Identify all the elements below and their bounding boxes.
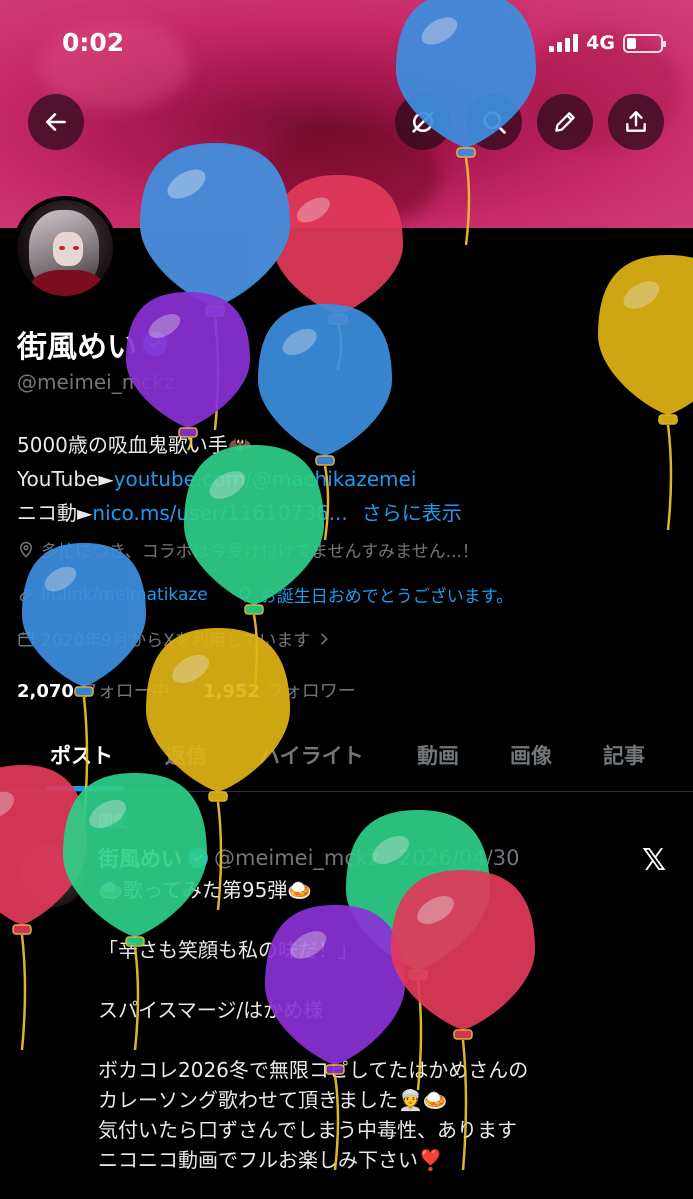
post-verified-icon [188, 848, 208, 868]
balloon-birthday-icon [239, 586, 251, 602]
followers-label: フォロワー [265, 681, 356, 702]
edit-pencil-icon [555, 112, 575, 132]
post-text: 🍛歌ってみた第95弾🍛 「辛さも笑顔も私の味だ！」 スパイスマージ/はかめ様 ボ… [98, 878, 529, 1172]
display-name: 街風めい [17, 322, 167, 366]
active-tab-indicator [46, 786, 124, 791]
bio-youtube-prefix: YouTube► [17, 467, 114, 491]
pinned-label: 固定 [98, 812, 129, 830]
bio-line-youtube: YouTube►youtube.com/@machikazemei [17, 462, 677, 496]
post-author-handle[interactable]: @meimei_mckz [214, 846, 379, 870]
profile-tabs: ポスト 返信 ハイライト 動画 画像 記事 [0, 728, 693, 792]
follow-stats: 2,070 フォロー中 1,952 フォロワー [17, 677, 356, 703]
links-row: lit.link/meimatikaze お誕生日おめでとうございます。 [17, 582, 513, 607]
tab-posts[interactable]: ポスト [50, 740, 113, 770]
location-text: 多忙につき、コラボは今受け付けてませんすみません...！ [41, 542, 479, 562]
birthday-text[interactable]: お誕生日おめでとうございます。 [260, 582, 513, 607]
battery-icon [623, 33, 666, 53]
post-author-avatar[interactable] [20, 841, 86, 907]
network-type: 4G [586, 32, 615, 54]
post-header: 街風めい @meimei_mckz · 2026/04/30 [98, 843, 520, 873]
nico-link[interactable]: nico.ms/user/11610736... [92, 501, 347, 525]
bio-line-1: 5000歳の吸血鬼歌い手🦇 [17, 433, 253, 457]
website-link[interactable]: lit.link/meimatikaze [41, 585, 208, 605]
followers-count: 1,952 [203, 681, 261, 702]
followers-link[interactable]: 1,952 フォロワー [203, 681, 356, 702]
show-more-link[interactable]: さらに表示 [362, 501, 462, 525]
share-upload-icon [626, 111, 646, 132]
sync-off-icon [412, 111, 434, 133]
post-date: · 2026/04/30 [385, 846, 520, 870]
verified-badge-icon[interactable] [143, 332, 167, 356]
sync-off-button[interactable] [395, 94, 451, 150]
display-name-text: 街風めい [17, 330, 137, 365]
tab-media[interactable]: 画像 [510, 740, 552, 770]
following-count: 2,070 [17, 681, 74, 702]
bio-nico-prefix: ニコ動► [17, 501, 93, 525]
tab-replies[interactable]: 返信 [165, 740, 207, 770]
following-label: フォロー中 [79, 681, 170, 702]
tab-videos[interactable]: 動画 [417, 740, 459, 770]
link-chain-icon [19, 588, 33, 601]
bio-line-nico: ニコ動►nico.ms/user/11610736... さらに表示 [17, 496, 677, 530]
location-pin-icon [19, 541, 33, 558]
status-indicators: 4G [549, 32, 666, 54]
tab-articles[interactable]: 記事 [603, 740, 645, 770]
signal-icon [549, 34, 579, 52]
following-link[interactable]: 2,070 フォロー中 [17, 681, 170, 702]
profile-bio: 5000歳の吸血鬼歌い手🦇 YouTube►youtube.com/@machi… [17, 428, 677, 530]
pinned-post[interactable]: 固定 街風めい @meimei_mckz · 2026/04/30 𝕏 🍛歌って… [0, 793, 693, 1199]
post-author-name[interactable]: 街風めい [98, 843, 182, 873]
share-button[interactable] [608, 94, 664, 150]
search-icon [483, 111, 506, 134]
chevron-right-icon [321, 633, 329, 644]
profile-handle: @meimei_mckz [17, 370, 175, 394]
location-row: 多忙につき、コラボは今受け付けてませんすみません...！ [17, 537, 479, 562]
profile-avatar[interactable] [13, 196, 117, 300]
back-button[interactable] [28, 94, 84, 150]
arrow-left-icon [46, 113, 66, 131]
x-logo-icon: 𝕏 [642, 843, 667, 878]
joined-text: 2020年9月からXを利用しています [41, 631, 311, 651]
search-button[interactable] [466, 94, 522, 150]
edit-button[interactable] [537, 94, 593, 150]
youtube-link[interactable]: youtube.com/@machikazemei [114, 467, 417, 491]
tab-highlights[interactable]: ハイライト [259, 740, 364, 770]
calendar-icon [18, 631, 34, 646]
status-time: 0:02 [62, 28, 125, 57]
joined-row[interactable]: 2020年9月からXを利用しています [17, 626, 332, 651]
